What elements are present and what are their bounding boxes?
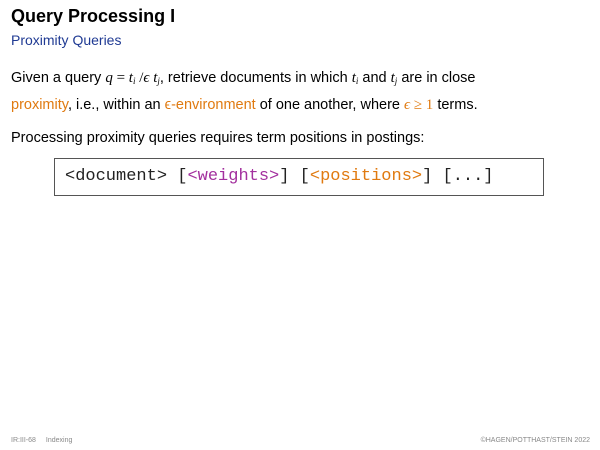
- page-number: IR:III-68: [11, 437, 36, 444]
- slide-subtitle: Proximity Queries: [11, 32, 122, 48]
- positions-token: <positions>: [309, 167, 423, 186]
- footer-left: IR:III-68 Indexing: [11, 437, 72, 444]
- math-t-j: tj: [149, 70, 160, 86]
- math-equals: =: [112, 70, 129, 86]
- epsilon-environment-highlight: ϵ-environment: [164, 97, 256, 113]
- text-segment: , retrieve documents in which: [159, 70, 352, 86]
- text-segment: are in close: [397, 70, 476, 86]
- slide-title: Query Processing I: [11, 6, 176, 26]
- bracket-separator: ] [...]: [422, 167, 494, 186]
- document-token: <document>: [65, 167, 168, 186]
- text-segment: and: [358, 70, 391, 86]
- section-name: Indexing: [45, 437, 73, 444]
- math-geq-one: ≥ 1: [410, 97, 434, 113]
- bracket-separator: [: [167, 167, 188, 186]
- proximity-highlight: proximity: [11, 97, 68, 113]
- copyright: ©HAGEN/POTTHAST/STEIN 2022: [480, 437, 590, 444]
- bracket-separator: ] [: [279, 167, 310, 186]
- text-segment: Given a query: [11, 70, 106, 86]
- query-definition-paragraph: Given a query q = ti /ϵ tj, retrieve doc…: [11, 66, 591, 117]
- text-segment: , i.e., within an: [67, 97, 165, 113]
- posting-format-box: <document> [<weights>] [<positions>] [..…: [54, 158, 544, 196]
- math-q: q: [105, 70, 113, 86]
- text-segment: of one another, where: [255, 97, 405, 113]
- text-segment: terms.: [433, 97, 478, 113]
- weights-token: <weights>: [187, 167, 280, 186]
- postings-paragraph: Processing proximity queries requires te…: [11, 130, 425, 146]
